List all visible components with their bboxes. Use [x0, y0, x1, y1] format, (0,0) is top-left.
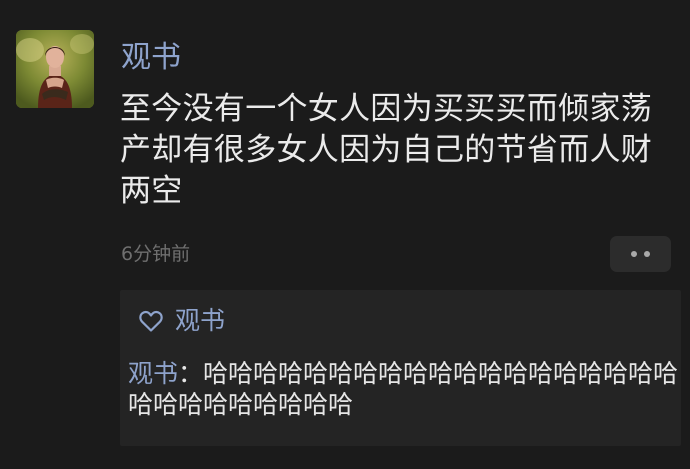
likes-row[interactable]: 观书	[137, 304, 225, 338]
avatar-image	[16, 30, 94, 108]
author-name[interactable]: 观书	[121, 38, 181, 78]
more-dots-icon	[644, 251, 650, 257]
comment-separator: ：	[178, 359, 204, 388]
author-avatar[interactable]	[16, 30, 94, 108]
comment-text: 哈哈哈哈哈哈哈哈哈哈哈哈哈哈哈哈哈哈哈哈哈哈哈哈哈哈哈哈	[128, 359, 679, 419]
comment-author[interactable]: 观书	[128, 359, 178, 388]
post-text: 至今没有一个女人因为买买买而倾家荡产却有很多女人因为自己的节省而人财两空	[120, 91, 653, 209]
post-timestamp: 6分钟前	[121, 243, 191, 265]
more-actions-button[interactable]	[610, 236, 671, 272]
like-user-name[interactable]: 观书	[175, 304, 225, 338]
comment-item[interactable]: 观书：哈哈哈哈哈哈哈哈哈哈哈哈哈哈哈哈哈哈哈哈哈哈哈哈哈哈哈哈	[128, 358, 681, 420]
more-dots-icon	[631, 251, 637, 257]
likes-comments-panel: 观书 观书：哈哈哈哈哈哈哈哈哈哈哈哈哈哈哈哈哈哈哈哈哈哈哈哈哈哈哈哈	[120, 290, 681, 446]
heart-icon	[139, 310, 163, 332]
moment-post: 观书 至今没有一个女人因为买买买而倾家荡产却有很多女人因为自己的节省而人财两空 …	[0, 0, 690, 469]
